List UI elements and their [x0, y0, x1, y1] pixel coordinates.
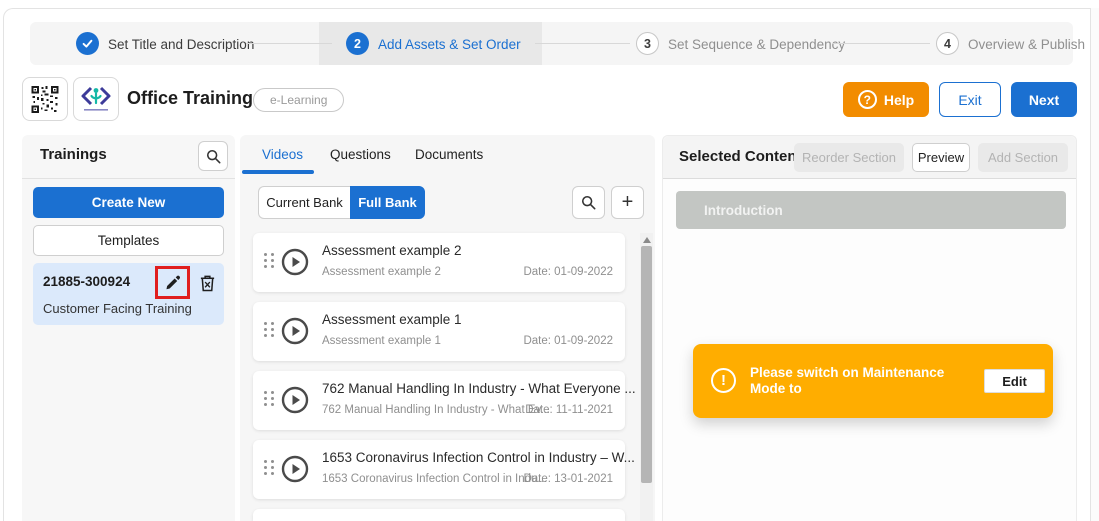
step2-number[interactable]: 2 — [346, 32, 369, 55]
add-section-button[interactable]: Add Section — [978, 143, 1068, 172]
play-icon[interactable] — [281, 455, 309, 483]
video-date: Date: 11-11-2021 — [525, 404, 613, 416]
templates-button[interactable]: Templates — [33, 225, 224, 256]
course-type-badge: e-Learning — [253, 88, 344, 112]
video-title: Assessment example 1 — [322, 312, 462, 327]
stepper-connector — [832, 43, 930, 44]
play-icon[interactable] — [281, 386, 309, 414]
page-title: Office Training — [127, 88, 253, 109]
video-title: Assessment example 2 — [322, 243, 462, 258]
edit-pencil-icon — [164, 274, 181, 291]
current-bank-toggle[interactable]: Current Bank — [258, 186, 350, 219]
course-qr-thumbnail[interactable] — [22, 77, 68, 121]
scroll-up-icon[interactable] — [643, 237, 651, 243]
delete-training-button[interactable] — [196, 272, 218, 294]
play-icon[interactable] — [281, 248, 309, 276]
edit-training-button-highlighted[interactable] — [155, 266, 190, 299]
video-card[interactable]: Assessment example 2 Assessment example … — [253, 233, 625, 292]
warning-edit-button[interactable]: Edit — [984, 369, 1045, 393]
trainings-search-button[interactable] — [198, 141, 228, 171]
video-card[interactable]: Assessment example 1 Assessment example … — [253, 302, 625, 361]
create-new-button[interactable]: Create New — [33, 187, 224, 218]
page-scrollbar[interactable] — [1090, 8, 1099, 521]
section-bar-introduction[interactable]: Introduction — [676, 191, 1066, 229]
full-bank-toggle[interactable]: Full Bank — [350, 186, 425, 219]
active-tab-underline — [242, 170, 314, 174]
training-name: Customer Facing Training — [43, 301, 192, 316]
video-subtitle: Assessment example 1 — [322, 335, 441, 347]
video-date: Date: 01-09-2022 — [523, 335, 613, 347]
tab-documents[interactable]: Documents — [415, 147, 483, 162]
question-icon: ? — [858, 90, 877, 109]
brand-logo-icon — [79, 84, 113, 114]
library-scrollbar[interactable] — [640, 233, 653, 521]
divider — [22, 178, 235, 179]
drag-handle-icon[interactable] — [264, 460, 275, 475]
preview-button[interactable]: Preview — [912, 143, 970, 172]
training-list-item[interactable]: 21885-300924 Customer Facing Training — [33, 263, 224, 325]
selected-content-header: Selected Content Reorder Section Preview… — [663, 136, 1076, 179]
drag-handle-icon[interactable] — [264, 391, 275, 406]
delete-trash-icon — [199, 274, 216, 292]
video-subtitle: 1653 Coronavirus Infection Control in In… — [322, 473, 547, 485]
add-asset-button[interactable]: + — [611, 186, 644, 219]
step1-label[interactable]: Set Title and Description — [108, 37, 254, 52]
help-label: Help — [884, 92, 914, 108]
step3-number[interactable]: 3 — [636, 32, 659, 55]
trainings-panel: Trainings Create New Templates 21885-300… — [22, 135, 235, 521]
drag-handle-icon[interactable] — [264, 322, 275, 337]
step1-check-icon[interactable] — [76, 32, 99, 55]
tab-videos[interactable]: Videos — [262, 147, 303, 162]
course-builder-app: Set Title and Description 2 Add Assets &… — [0, 0, 1099, 521]
maintenance-warning-banner: ! Please switch on Maintenance Mode to E… — [693, 344, 1053, 418]
video-date: Date: 13-01-2021 — [523, 473, 613, 485]
check-icon — [81, 37, 94, 50]
selected-content-panel: Selected Content Reorder Section Preview… — [662, 135, 1077, 521]
asset-library-panel: Videos Questions Documents Current Bank … — [240, 135, 655, 521]
video-subtitle: 762 Manual Handling In Industry - What E… — [322, 404, 550, 416]
stepper-connector — [246, 43, 332, 44]
wizard-stepper: Set Title and Description 2 Add Assets &… — [30, 22, 1073, 65]
exit-button[interactable]: Exit — [939, 82, 1001, 117]
step4-number[interactable]: 4 — [936, 32, 959, 55]
warning-icon: ! — [711, 368, 736, 393]
next-button[interactable]: Next — [1011, 82, 1077, 117]
training-code: 21885-300924 — [43, 274, 130, 289]
tab-questions[interactable]: Questions — [330, 147, 391, 162]
video-subtitle: Assessment example 2 — [322, 266, 441, 278]
plus-icon: + — [622, 191, 634, 214]
warning-text: Please switch on Maintenance Mode to — [750, 365, 975, 397]
step3-label[interactable]: Set Sequence & Dependency — [668, 37, 845, 52]
video-date: Date: 01-09-2022 — [523, 266, 613, 278]
step2-label[interactable]: Add Assets & Set Order — [378, 37, 521, 52]
video-title: 1653 Coronavirus Infection Control in In… — [322, 450, 635, 465]
video-card[interactable]: 1653 Coronavirus Infection Control in In… — [253, 440, 625, 499]
play-icon[interactable] — [281, 317, 309, 345]
search-icon — [581, 195, 596, 210]
reorder-section-button[interactable]: Reorder Section — [794, 143, 904, 172]
selected-content-title: Selected Content — [679, 148, 802, 165]
scrollbar-thumb[interactable] — [641, 246, 652, 483]
video-card[interactable]: 762 Manual Handling In Industry - What E… — [253, 371, 625, 430]
drag-handle-icon[interactable] — [264, 253, 275, 268]
video-card-partial[interactable] — [253, 509, 625, 521]
stepper-connector — [535, 43, 630, 44]
step4-label[interactable]: Overview & Publish — [968, 37, 1085, 52]
library-search-button[interactable] — [572, 186, 605, 219]
trainings-panel-title: Trainings — [40, 146, 107, 163]
video-title: 762 Manual Handling In Industry - What E… — [322, 381, 636, 396]
brand-logo-box[interactable] — [73, 77, 119, 121]
qr-code-icon — [31, 86, 59, 113]
section-name: Introduction — [704, 203, 783, 218]
search-icon — [206, 149, 221, 164]
help-button[interactable]: ? Help — [843, 82, 929, 117]
